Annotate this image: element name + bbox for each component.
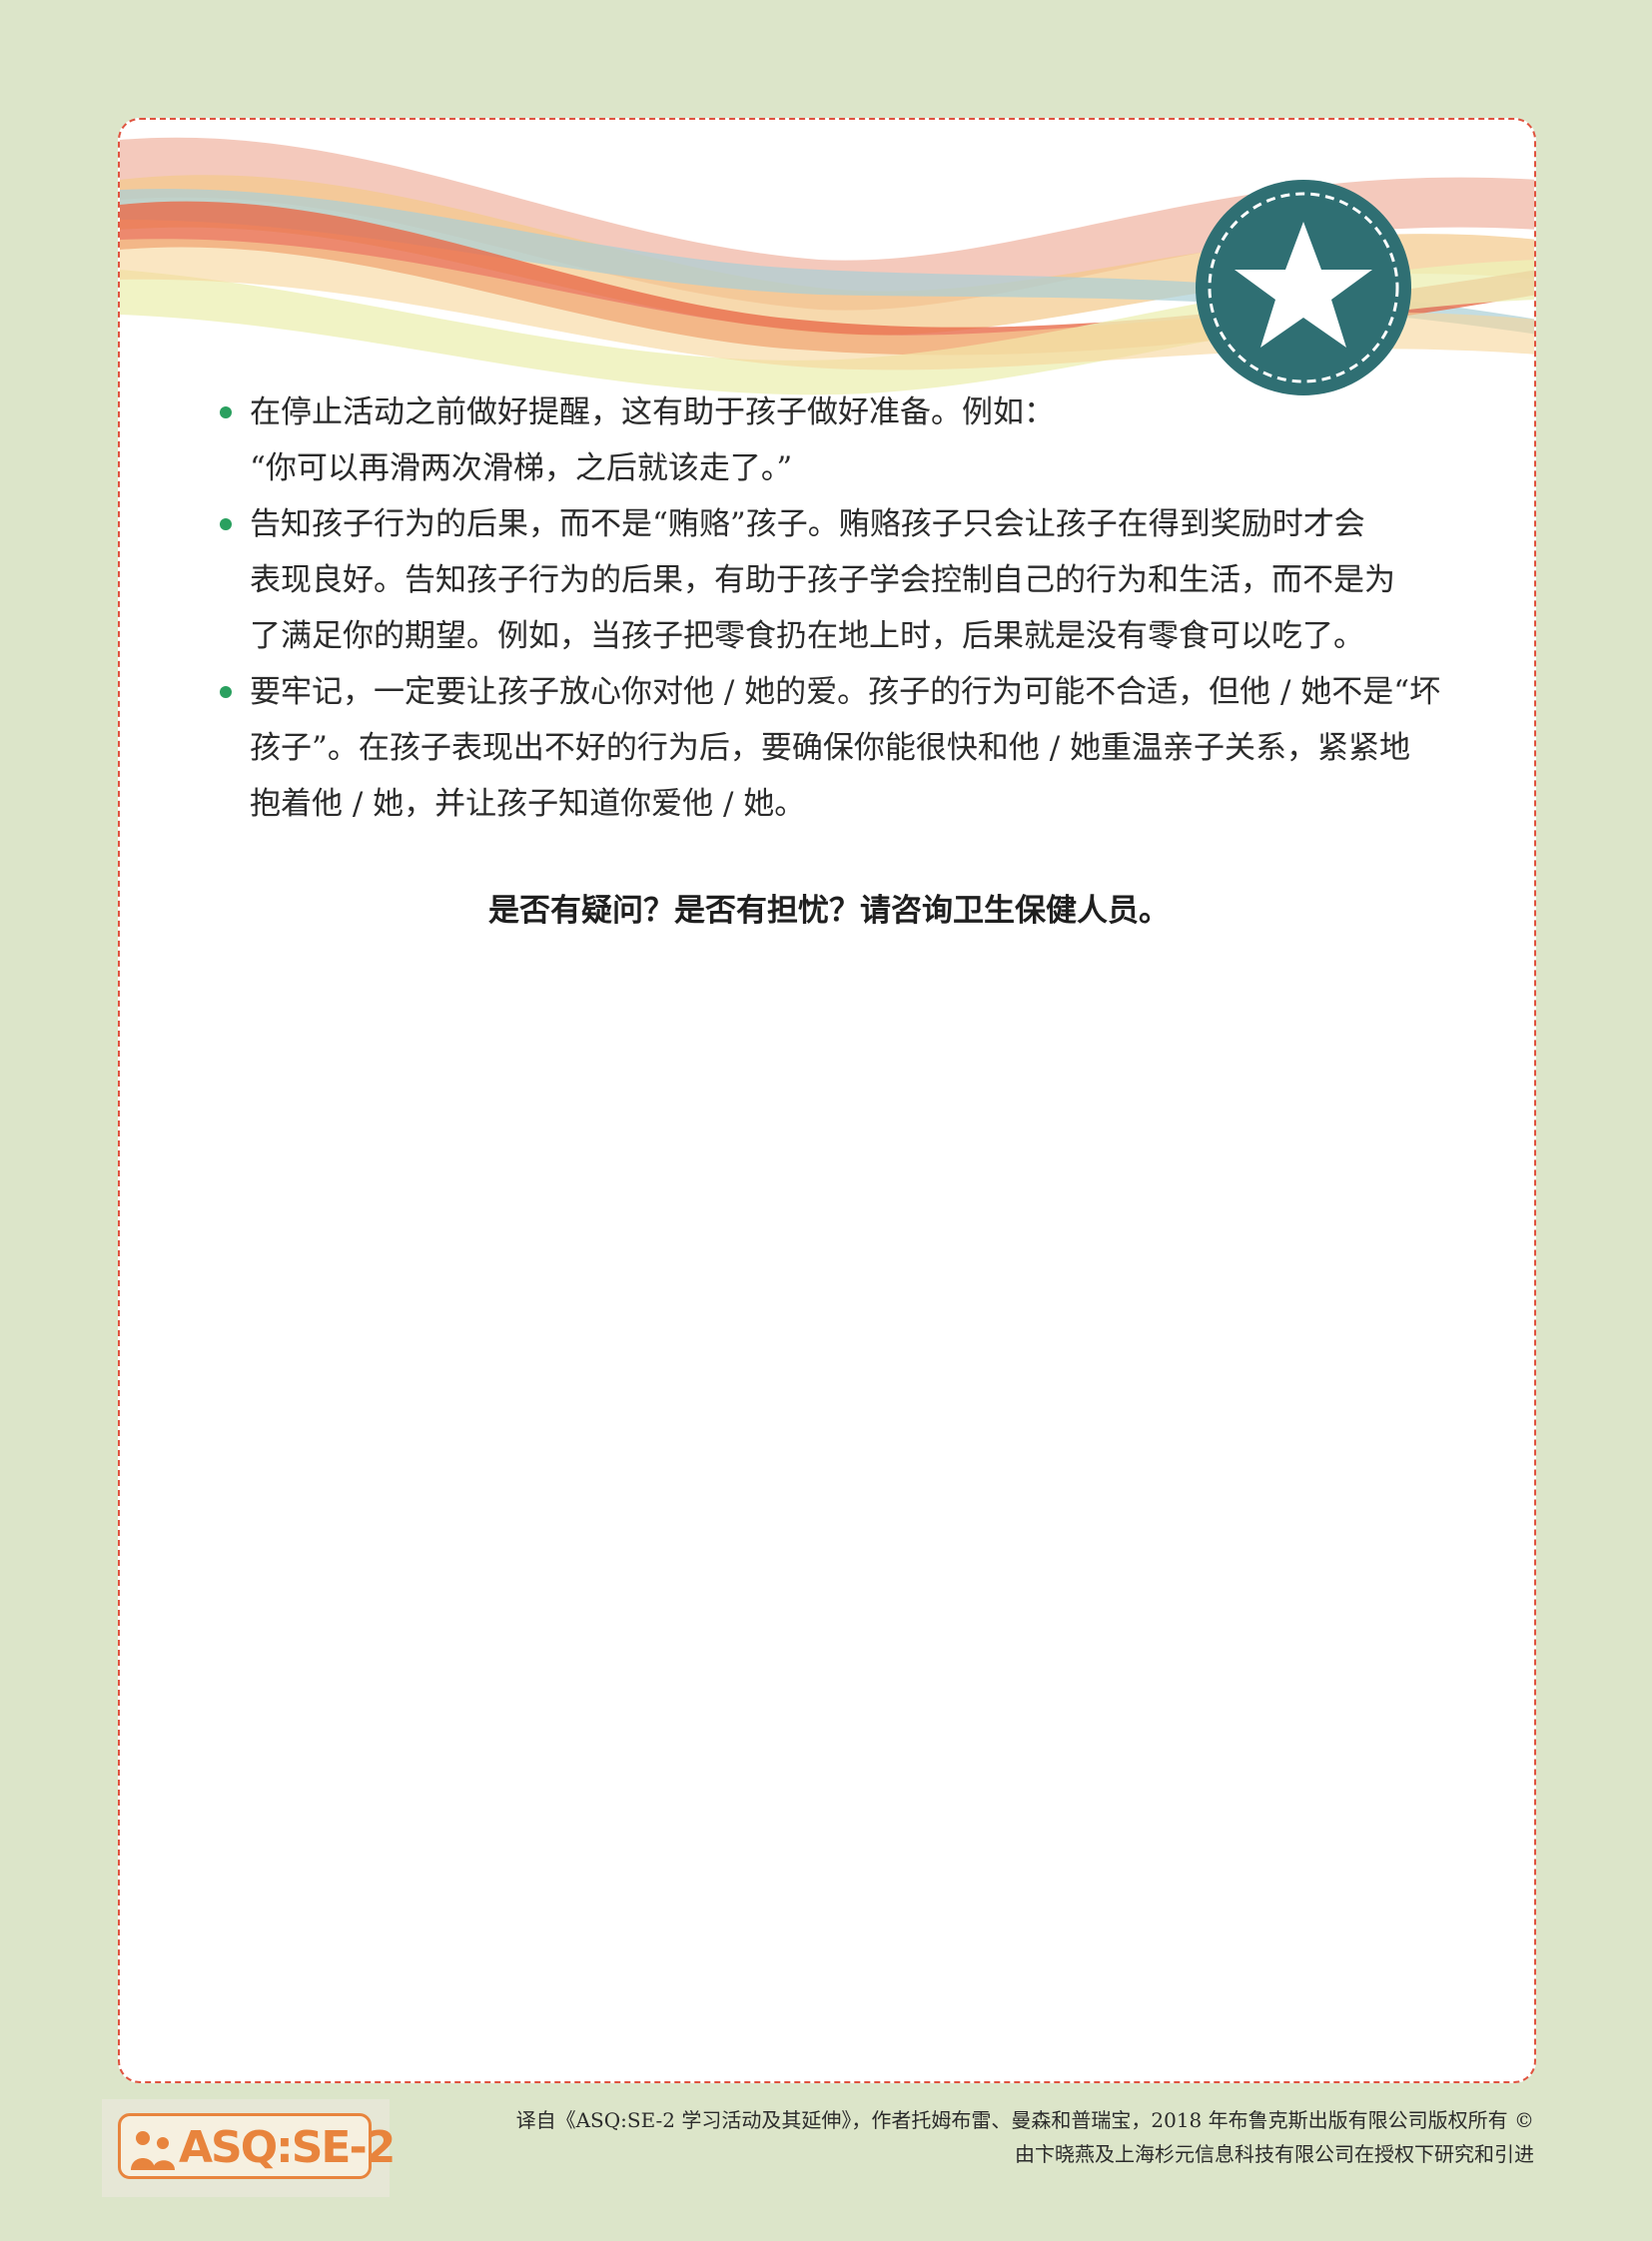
list-item: 告知孩子行为的后果，而不是“贿赂”孩子。贿赂孩子只会让孩子在得到奖励时才会 表现… [220,496,1448,664]
bullet-text-line: “你可以再滑两次滑梯，之后就该走了。” [250,450,793,486]
footer-line: 译自《ASQ:SE-2 学习活动及其延伸》，作者托姆布雷、曼森和普瑞宝，2018… [515,2108,1534,2132]
asq-se2-logo: ASQ:SE-2 [102,2099,396,2197]
bullet-text-line: 要牢记，一定要让孩子放心你对他 / 她的爱。孩子的行为可能不合适，但他 / 她不… [250,674,1441,710]
bullet-text-line: 孩子”。在孩子表现出不好的行为后，要确保你能很快和他 / 她重温亲子关系，紧紧地 [250,730,1410,766]
list-item: 要牢记，一定要让孩子放心你对他 / 她的爱。孩子的行为可能不合适，但他 / 她不… [220,664,1448,832]
people-icon [131,2131,175,2170]
star-icon [1196,180,1411,395]
list-item: 在停止活动之前做好提醒，这有助于孩子做好准备。例如： “你可以再滑两次滑梯，之后… [220,384,1448,496]
bullet-icon [220,686,232,698]
bullet-icon [220,406,232,418]
logo-frame: ASQ:SE-2 [118,2113,396,2179]
bullet-text-line: 表现良好。告知孩子行为的后果，有助于孩子学会控制自己的行为和生活，而不是为 [250,562,1395,598]
bullet-text-line: 了满足你的期望。例如，当孩子把零食扔在地上时，后果就是没有零食可以吃了。 [250,618,1364,654]
bullet-text-line: 告知孩子行为的后果，而不是“贿赂”孩子。贿赂孩子只会让孩子在得到奖励时才会 [250,506,1365,542]
content-card: 在停止活动之前做好提醒，这有助于孩子做好准备。例如： “你可以再滑两次滑梯，之后… [118,118,1536,2083]
bullet-list: 在停止活动之前做好提醒，这有助于孩子做好准备。例如： “你可以再滑两次滑梯，之后… [220,384,1448,832]
copyright-footer: 译自《ASQ:SE-2 学习活动及其延伸》，作者托姆布雷、曼森和普瑞宝，2018… [516,2103,1534,2171]
bullet-icon [220,518,232,530]
bullet-text-line: 抱着他 / 她，并让孩子知道你爱他 / 她。 [250,786,806,822]
bullet-text-line: 在停止活动之前做好提醒，这有助于孩子做好准备。例如： [250,394,1055,430]
footer-line: 由卞晓燕及上海杉元信息科技有限公司在授权下研究和引进 [1015,2142,1534,2166]
question-callout: 是否有疑问？是否有担忧？请咨询卫生保健人员。 [488,893,1170,929]
logo-text: ASQ:SE-2 [179,2122,396,2173]
